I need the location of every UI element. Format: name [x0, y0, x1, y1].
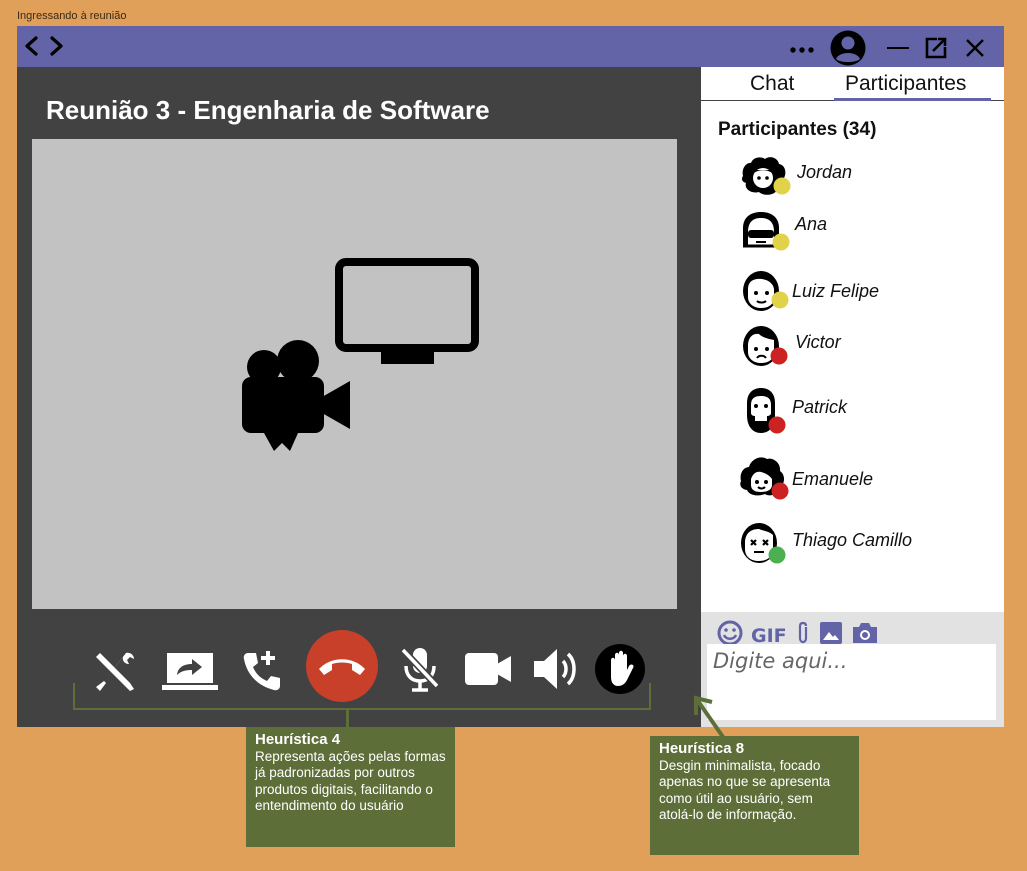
- avatar: [739, 322, 788, 370]
- participant-item[interactable]: Victor: [739, 322, 999, 370]
- participant-name: Emanuele: [792, 469, 874, 489]
- message-input[interactable]: Digite aqui...: [707, 644, 996, 720]
- heuristic-8-title: Heurística 8: [659, 740, 745, 757]
- heuristic-4-note: Heurística 4 Representa ações pelas form…: [246, 727, 455, 847]
- heuristic-4-bracket: [73, 683, 651, 710]
- participant-item[interactable]: Emanuele: [739, 455, 999, 503]
- status-dot-red: [771, 482, 789, 500]
- participant-name: Ana: [795, 214, 828, 234]
- status-dot-yellow: [772, 233, 790, 251]
- status-dot-yellow: [773, 177, 791, 195]
- heuristic-4-connector: [346, 710, 349, 727]
- minimize-icon[interactable]: [886, 36, 910, 65]
- participant-name: Thiago Camillo: [792, 530, 913, 550]
- meeting-panel: Reunião 3 - Engenharia de Software: [17, 67, 701, 727]
- back-icon[interactable]: [23, 34, 41, 63]
- heuristic-4-body: Representa ações pelas formas já padroni…: [255, 748, 446, 814]
- status-dot-green: [768, 546, 786, 564]
- video-camera-icon: [242, 339, 354, 458]
- account-icon[interactable]: [830, 30, 866, 71]
- divider: [697, 100, 702, 101]
- participants-heading: Participantes (34): [718, 119, 877, 140]
- side-tabs: Chat Participantes: [701, 67, 1004, 101]
- avatar: [739, 385, 787, 434]
- title-bar: [17, 26, 1004, 67]
- tab-participants[interactable]: Participantes: [845, 72, 966, 96]
- tab-chat[interactable]: Chat: [750, 72, 794, 96]
- heuristic-8-note: Heurística 8 Desgin minimalista, focado …: [650, 736, 859, 855]
- avatar: [739, 517, 787, 565]
- close-icon[interactable]: [964, 37, 986, 64]
- tv-icon: [335, 258, 480, 373]
- active-tab-indicator: [834, 98, 991, 101]
- status-dot-red: [770, 347, 788, 365]
- status-dot-red: [768, 416, 786, 434]
- participant-name: Jordan: [797, 162, 853, 182]
- heuristic-4-title: Heurística 4: [255, 731, 341, 748]
- participant-item[interactable]: Ana: [739, 210, 999, 258]
- chat-composer: GIF Digite aqui...: [701, 612, 1004, 727]
- participant-item[interactable]: Luiz Felipe: [739, 267, 999, 315]
- meeting-title: Reunião 3 - Engenharia de Software: [46, 95, 490, 125]
- more-icon[interactable]: [790, 42, 814, 60]
- participant-item[interactable]: Thiago Camillo: [739, 517, 999, 565]
- forward-icon[interactable]: [47, 34, 65, 63]
- avatar: [739, 267, 789, 315]
- participant-item[interactable]: Patrick: [739, 385, 999, 434]
- video-stage: [32, 139, 677, 609]
- camera-icon[interactable]: [465, 653, 511, 685]
- popout-icon[interactable]: [924, 36, 948, 65]
- frame-label: Ingressando à reunião: [17, 10, 127, 22]
- avatar: [739, 154, 791, 202]
- participant-name: Victor: [795, 332, 841, 352]
- participant-name: Patrick: [792, 397, 848, 417]
- participant-item[interactable]: Jordan: [739, 154, 999, 202]
- status-dot-yellow: [771, 291, 789, 309]
- heuristic-8-body: Desgin minimalista, focado apenas no que…: [659, 757, 831, 823]
- side-panel: Chat Participantes Participantes (34) Jo…: [697, 67, 1004, 727]
- avatar: [739, 210, 790, 258]
- avatar: [739, 455, 789, 503]
- participant-name: Luiz Felipe: [792, 281, 880, 301]
